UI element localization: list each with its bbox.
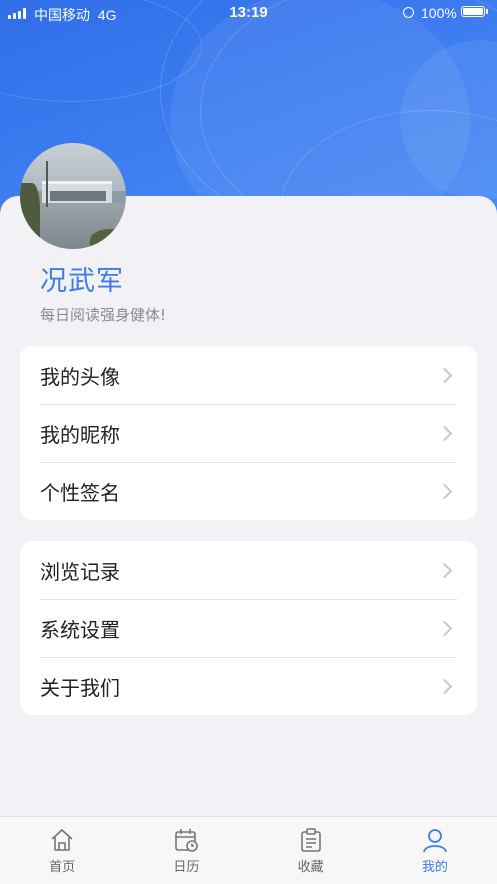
chevron-right-icon [436, 678, 453, 695]
chevron-right-icon [436, 483, 453, 500]
menu-item-label: 关于我们 [40, 675, 120, 700]
tab-label: 日历 [173, 860, 200, 875]
tab-label: 我的 [421, 860, 448, 875]
menu-item-label: 系统设置 [40, 617, 120, 642]
user-icon [422, 829, 447, 853]
tab-favorites[interactable]: 收藏 [249, 817, 373, 884]
menu-item-system-settings[interactable]: 系统设置 [20, 599, 477, 657]
avatar[interactable] [20, 143, 126, 249]
menu-item-history[interactable]: 浏览记录 [20, 541, 477, 599]
user-signature: 每日阅读强身健体! [40, 306, 167, 324]
battery-icon [461, 6, 485, 17]
menu-item-label: 我的昵称 [40, 422, 120, 447]
menu-item-signature[interactable]: 个性签名 [20, 462, 477, 520]
tab-label: 收藏 [297, 860, 324, 875]
chevron-right-icon [436, 620, 453, 637]
clipboard-icon [300, 828, 321, 852]
menu-item-about-us[interactable]: 关于我们 [20, 657, 477, 715]
profile-settings-card: 我的头像 我的昵称 个性签名 [20, 346, 477, 520]
menu-item-label: 个性签名 [40, 480, 120, 505]
tab-calendar[interactable]: 日历 [124, 817, 248, 884]
home-icon [51, 829, 73, 851]
menu-item-nickname[interactable]: 我的昵称 [20, 404, 477, 462]
menu-item-avatar[interactable]: 我的头像 [20, 346, 477, 404]
user-name: 况武军 [40, 266, 124, 297]
menu-item-label: 浏览记录 [40, 559, 120, 584]
tab-mine[interactable]: 我的 [373, 817, 497, 884]
general-settings-card: 浏览记录 系统设置 关于我们 [20, 541, 477, 715]
tab-label: 首页 [49, 860, 76, 875]
chevron-right-icon [436, 425, 453, 442]
calendar-icon [175, 829, 199, 852]
rotation-lock-icon [403, 7, 414, 18]
status-bar: 中国移动 4G 13:19 100% [0, 0, 497, 26]
tab-bar: 首页 日历 收藏 我的 [0, 816, 497, 884]
tab-home[interactable]: 首页 [0, 817, 124, 884]
menu-item-label: 我的头像 [40, 364, 120, 389]
chevron-right-icon [436, 367, 453, 384]
chevron-right-icon [436, 562, 453, 579]
battery-percent: 100% [421, 5, 457, 21]
